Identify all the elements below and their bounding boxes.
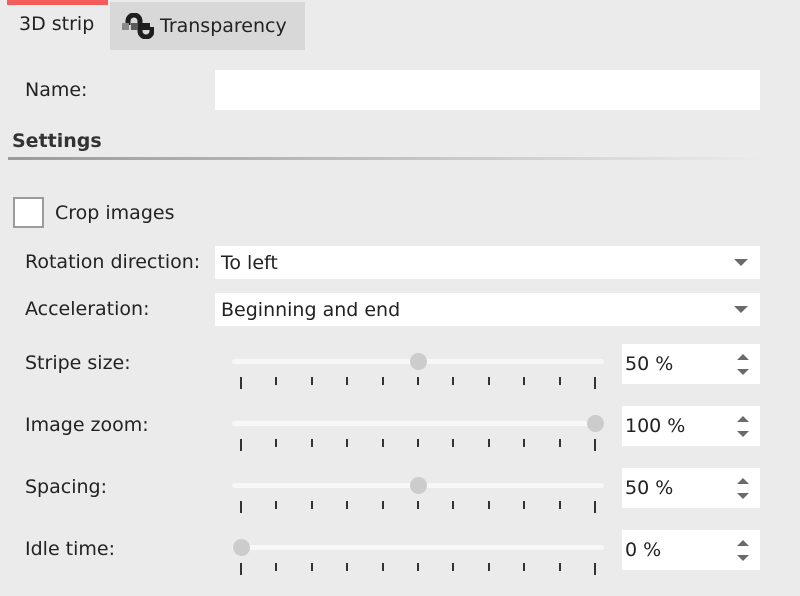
slider-tick [346, 439, 349, 447]
decrement-arrow-icon[interactable] [737, 430, 749, 437]
slider-tick [523, 439, 526, 447]
name-label: Name: [25, 79, 88, 101]
stripe-size-spinbox[interactable]: 50 % [622, 344, 760, 384]
name-input[interactable] [215, 70, 760, 110]
slider-thumb[interactable] [587, 415, 604, 432]
slider-tick [523, 377, 526, 385]
slider-track[interactable] [232, 545, 604, 550]
stripe-size-label: Stripe size: [25, 352, 131, 374]
crop-images-checkbox[interactable] [13, 197, 44, 228]
rotation-direction-select[interactable]: To left [215, 246, 760, 279]
crop-images-label[interactable]: Crop images [55, 202, 174, 224]
spacing-value[interactable]: 50 % [625, 477, 737, 499]
rotation-direction-value: To left [221, 251, 278, 274]
slider-tick [240, 439, 242, 451]
slider-tick [417, 501, 419, 509]
slider-tick [417, 377, 419, 385]
tab-label: Transparency [160, 15, 287, 37]
image-zoom-spinbox[interactable]: 100 % [622, 406, 760, 446]
spacing-spinbox[interactable]: 50 % [622, 468, 760, 508]
chevron-down-icon [734, 259, 748, 266]
slider-tick [240, 563, 242, 575]
chevron-down-icon [734, 306, 748, 313]
slider-tick [381, 377, 384, 385]
slider-tick [558, 439, 561, 447]
slider-track[interactable] [232, 421, 604, 426]
slider-tick [346, 377, 349, 385]
image-zoom-slider[interactable] [232, 408, 604, 451]
slider-tick [417, 563, 419, 571]
idle-time-value[interactable]: 0 % [625, 539, 737, 561]
increment-arrow-icon[interactable] [737, 539, 749, 546]
slider-tick [594, 377, 596, 389]
acceleration-label: Acceleration: [25, 298, 150, 320]
slider-tick [594, 501, 596, 513]
increment-arrow-icon[interactable] [737, 353, 749, 360]
idle-time-spinbox[interactable]: 0 % [622, 530, 760, 570]
slider-tick [487, 377, 490, 385]
rotation-direction-label: Rotation direction: [25, 251, 201, 273]
transparency-icon [122, 13, 154, 39]
slider-tick [346, 501, 349, 509]
slider-tick [487, 439, 490, 447]
slider-tick [594, 563, 596, 575]
slider-tick [275, 377, 278, 385]
image-zoom-label: Image zoom: [25, 414, 149, 436]
decrement-arrow-icon[interactable] [737, 492, 749, 499]
image-zoom-value[interactable]: 100 % [625, 415, 737, 437]
slider-tick [452, 377, 455, 385]
slider-tick [487, 563, 490, 571]
slider-tick [523, 563, 526, 571]
tab-label: 3D strip [19, 13, 95, 35]
decrement-arrow-icon[interactable] [737, 368, 749, 375]
acceleration-select[interactable]: Beginning and end [215, 293, 760, 326]
settings-heading: Settings [12, 130, 102, 152]
slider-tick [346, 563, 349, 571]
idle-time-label: Idle time: [25, 538, 115, 560]
spacing-label: Spacing: [25, 476, 107, 498]
slider-tick [240, 377, 242, 389]
slider-tick [275, 563, 278, 571]
tab-transparency[interactable]: Transparency [110, 2, 305, 50]
idle-time-slider[interactable] [232, 532, 604, 575]
slider-tick [275, 439, 278, 447]
section-divider [8, 157, 768, 160]
slider-tick [240, 501, 242, 513]
spacing-slider[interactable] [232, 470, 604, 513]
slider-tick [452, 563, 455, 571]
slider-tick [310, 439, 313, 447]
slider-thumb[interactable] [410, 477, 427, 494]
slider-tick [310, 501, 313, 509]
slider-tick [558, 377, 561, 385]
increment-arrow-icon[interactable] [737, 477, 749, 484]
slider-tick [452, 439, 455, 447]
acceleration-value: Beginning and end [221, 298, 401, 321]
slider-tick [452, 501, 455, 509]
slider-tick [594, 439, 596, 451]
slider-tick [381, 439, 384, 447]
slider-thumb[interactable] [410, 353, 427, 370]
slider-tick [381, 501, 384, 509]
stripe-size-value[interactable]: 50 % [625, 353, 737, 375]
slider-tick [558, 501, 561, 509]
increment-arrow-icon[interactable] [737, 415, 749, 422]
slider-tick [417, 439, 419, 447]
slider-tick [275, 501, 278, 509]
stripe-size-slider[interactable] [232, 346, 604, 389]
slider-thumb[interactable] [233, 539, 250, 556]
tab-3d-strip[interactable]: 3D strip [7, 0, 108, 48]
slider-tick [310, 377, 313, 385]
slider-tick [487, 501, 490, 509]
slider-tick [381, 563, 384, 571]
slider-tick [310, 563, 313, 571]
slider-tick [523, 501, 526, 509]
slider-tick [558, 563, 561, 571]
decrement-arrow-icon[interactable] [737, 554, 749, 561]
